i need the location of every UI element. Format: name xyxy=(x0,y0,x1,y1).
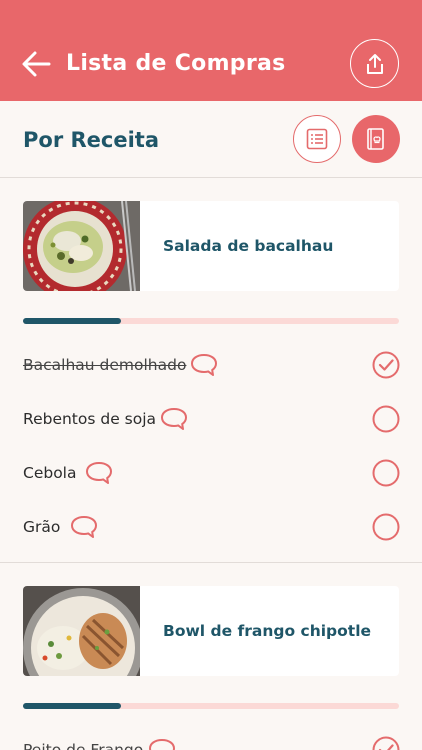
check-icon xyxy=(378,359,394,371)
arrow-left-icon xyxy=(22,51,51,77)
app-header: Lista de Compras xyxy=(0,0,422,101)
recipe-card[interactable]: Bowl de frango chipotle xyxy=(23,586,399,676)
section-title: Por Receita xyxy=(23,128,159,152)
comment-icon[interactable] xyxy=(160,407,188,431)
ingredient-label: Peito de Frango xyxy=(23,741,144,750)
ingredient-row: Rebentos de soja xyxy=(0,399,422,439)
recipe-progress-fill xyxy=(23,703,121,709)
recipe-card[interactable]: Salada de bacalhau xyxy=(23,201,399,291)
share-button[interactable] xyxy=(350,39,399,88)
recipe-view-button[interactable] xyxy=(352,115,400,163)
checkbox-unchecked[interactable] xyxy=(372,459,400,487)
checkbox-checked[interactable] xyxy=(372,736,400,750)
recipe-photo xyxy=(23,586,140,676)
ingredient-label: Cebola xyxy=(23,464,77,482)
recipe-name: Salada de bacalhau xyxy=(163,237,334,255)
recipe-name: Bowl de frango chipotle xyxy=(163,622,372,640)
recipe-photo xyxy=(23,201,140,291)
list-view-button[interactable] xyxy=(293,115,341,163)
page-title: Lista de Compras xyxy=(66,51,286,76)
share-icon xyxy=(366,53,383,74)
recipe-progress-bar xyxy=(23,703,399,709)
section-header: Por Receita xyxy=(0,101,422,178)
comment-icon[interactable] xyxy=(85,461,113,485)
ingredient-label: Bacalhau demolhado xyxy=(23,356,187,374)
checkbox-unchecked[interactable] xyxy=(372,405,400,433)
checkbox-unchecked[interactable] xyxy=(372,513,400,541)
checkbox-checked[interactable] xyxy=(372,351,400,379)
ingredient-row: Peito de Frango xyxy=(0,730,422,750)
ingredient-row: Bacalhau demolhado xyxy=(0,345,422,385)
comment-icon[interactable] xyxy=(148,738,176,750)
recipe-progress-fill xyxy=(23,318,121,324)
check-icon xyxy=(378,744,394,750)
list-icon xyxy=(306,128,328,150)
ingredient-row: Cebola xyxy=(0,453,422,493)
ingredient-label: Grão xyxy=(23,518,61,536)
ingredient-label: Rebentos de soja xyxy=(23,410,157,428)
recipe-progress-bar xyxy=(23,318,399,324)
ingredient-row: Grão xyxy=(0,507,422,547)
recipe-book-icon xyxy=(367,128,384,150)
section-divider xyxy=(0,562,422,563)
comment-icon[interactable] xyxy=(70,515,98,539)
comment-icon[interactable] xyxy=(190,353,218,377)
back-button[interactable] xyxy=(20,49,52,79)
